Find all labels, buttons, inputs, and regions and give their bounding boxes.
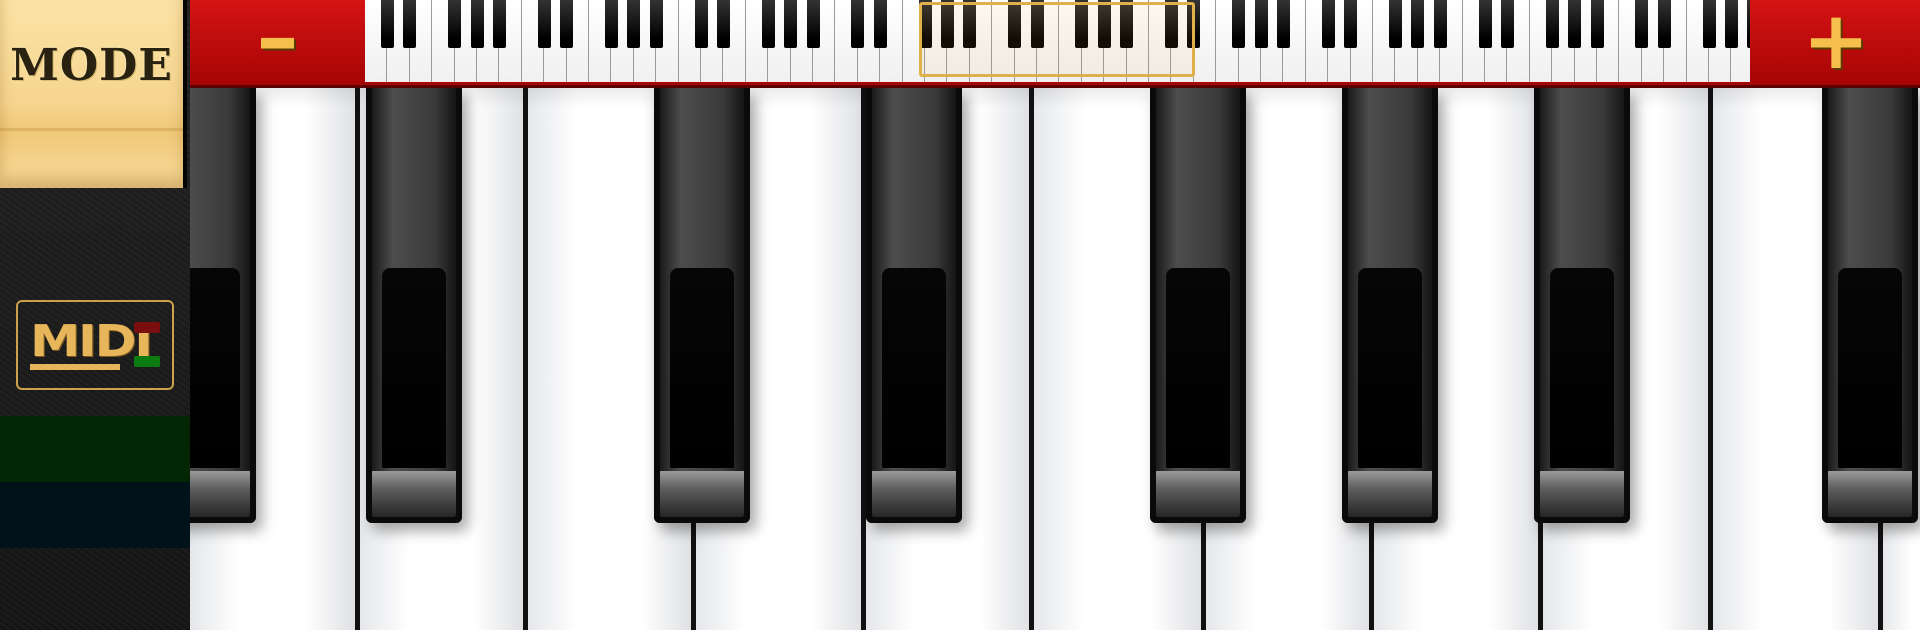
- black-key[interactable]: [1822, 88, 1918, 523]
- mini-black-key: [1500, 0, 1514, 48]
- keyboard-navigator: – +: [190, 0, 1920, 88]
- mini-black-key: [1635, 0, 1649, 48]
- left-panel: MODE MIDI: [0, 0, 190, 630]
- mini-black-key: [492, 0, 506, 48]
- mini-black-key: [716, 0, 730, 48]
- mini-black-key: [448, 0, 462, 48]
- black-key[interactable]: [1150, 88, 1246, 523]
- black-key[interactable]: [866, 88, 962, 523]
- midi-out-led: [134, 356, 160, 367]
- mini-black-key: [873, 0, 887, 48]
- black-key[interactable]: [1342, 88, 1438, 523]
- plus-icon: +: [1802, 0, 1870, 87]
- zoom-in-button[interactable]: +: [1752, 0, 1920, 82]
- mini-black-key: [470, 0, 484, 48]
- zoom-out-button[interactable]: –: [190, 0, 365, 82]
- piano-keyboard: [190, 88, 1920, 630]
- mini-black-key: [761, 0, 775, 48]
- mini-black-key: [1254, 0, 1268, 48]
- mini-black-key: [1433, 0, 1447, 48]
- visible-range-selector[interactable]: [919, 2, 1195, 77]
- green-panel: [0, 416, 190, 482]
- mini-black-key: [694, 0, 708, 48]
- black-key[interactable]: [654, 88, 750, 523]
- mini-black-key: [560, 0, 574, 48]
- mini-black-key: [784, 0, 798, 48]
- mini-black-key: [1411, 0, 1425, 48]
- midi-icon: MIDI: [30, 316, 153, 367]
- mini-black-key: [649, 0, 663, 48]
- navy-panel: [0, 482, 190, 548]
- mini-black-key: [806, 0, 820, 48]
- mini-black-key: [1276, 0, 1290, 48]
- black-key[interactable]: [366, 88, 462, 523]
- mini-black-key: [1657, 0, 1671, 48]
- mini-keyboard[interactable]: [365, 0, 1750, 82]
- mini-black-key: [1724, 0, 1738, 48]
- black-key[interactable]: [1534, 88, 1630, 523]
- mini-black-key: [403, 0, 417, 48]
- mini-black-key: [851, 0, 865, 48]
- mini-black-key: [627, 0, 641, 48]
- minus-icon: –: [256, 0, 299, 86]
- mini-black-key: [537, 0, 551, 48]
- black-key[interactable]: [190, 88, 256, 523]
- mode-label: MODE: [10, 40, 173, 91]
- mini-black-key: [1388, 0, 1402, 48]
- mini-black-key: [1232, 0, 1246, 48]
- mini-black-key: [1344, 0, 1358, 48]
- midi-button[interactable]: MIDI: [16, 300, 174, 390]
- mini-black-key: [604, 0, 618, 48]
- mini-black-key: [1568, 0, 1582, 48]
- mini-black-key: [1747, 0, 1750, 48]
- midi-logo-underline: [30, 364, 120, 370]
- mini-black-key: [1590, 0, 1604, 48]
- mini-black-key: [1702, 0, 1716, 48]
- mini-black-key: [1321, 0, 1335, 48]
- mini-black-key: [1478, 0, 1492, 48]
- mode-button[interactable]: MODE: [0, 0, 183, 188]
- midi-in-led: [134, 322, 160, 333]
- mini-black-key: [1545, 0, 1559, 48]
- mini-black-key: [380, 0, 394, 48]
